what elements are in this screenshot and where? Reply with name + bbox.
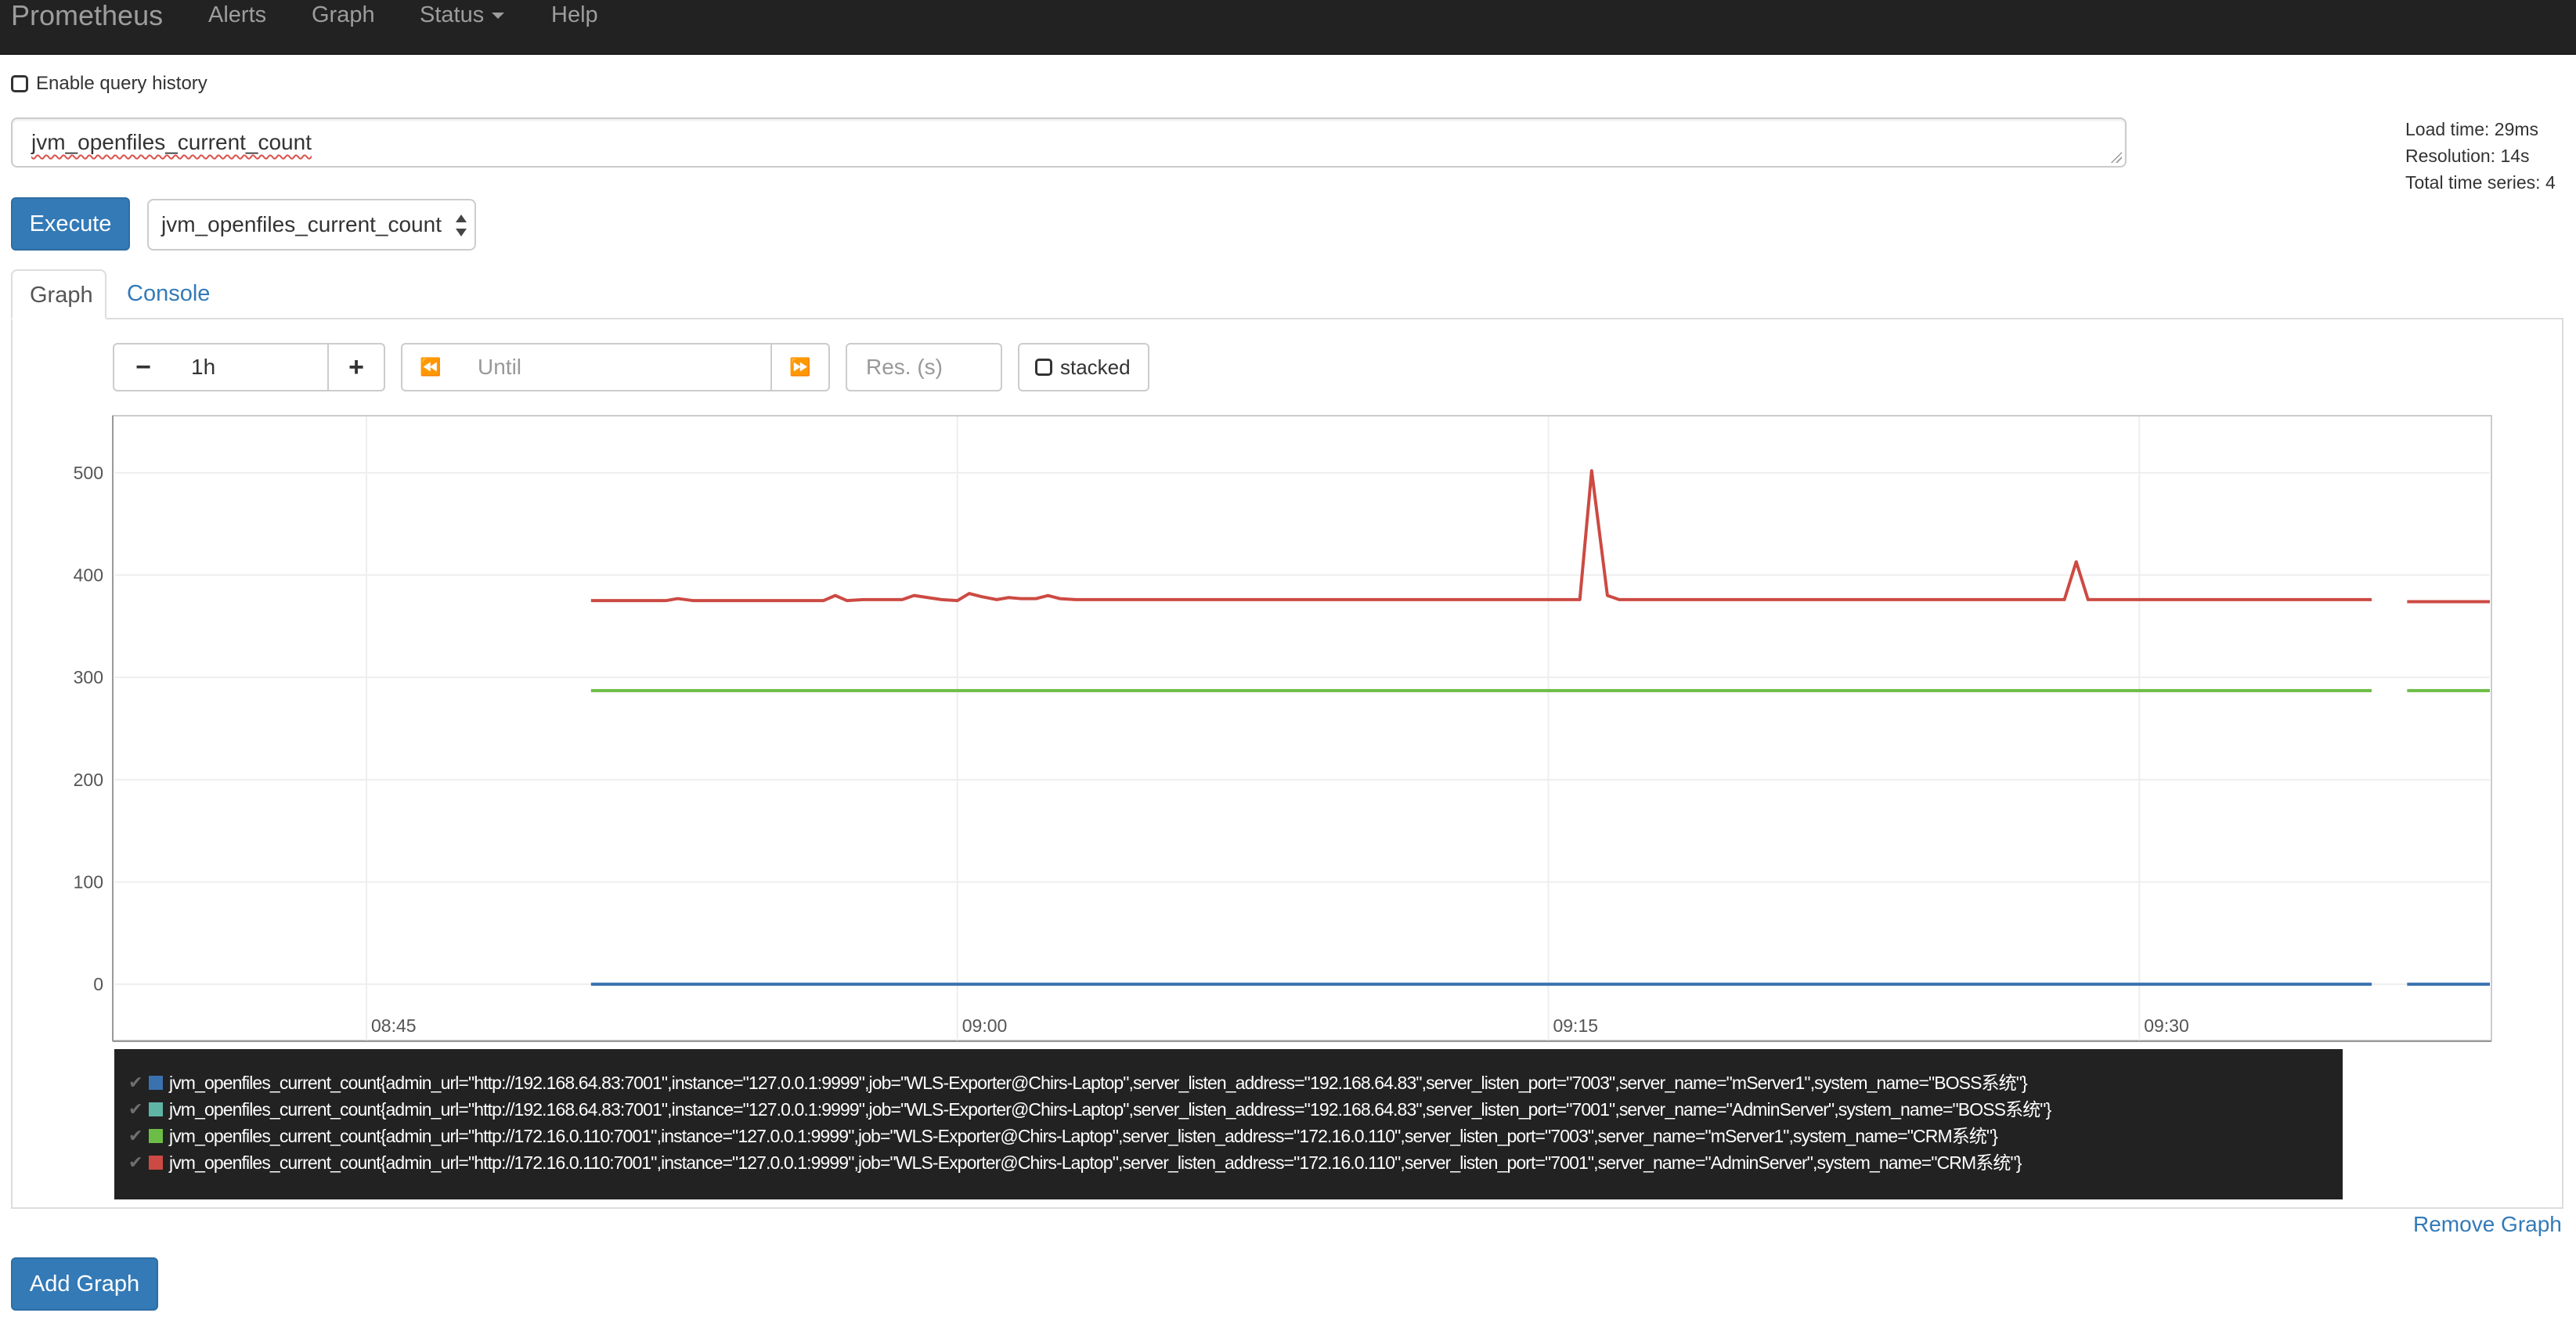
legend-label: jvm_openfiles_current_count{admin_url="h… <box>169 1073 2028 1093</box>
x-tick-label: 09:15 <box>1553 1015 1598 1036</box>
legend-label: jvm_openfiles_current_count{admin_url="h… <box>169 1099 2051 1120</box>
y-tick-label: 400 <box>74 565 103 586</box>
remove-graph-link[interactable]: Remove Graph <box>2413 1212 2562 1237</box>
plot-frame <box>112 415 2492 1041</box>
x-tick-labels: 08:45 09:00 09:15 09:30 <box>371 1015 2189 1036</box>
y-tick-label: 300 <box>74 667 103 687</box>
legend-swatch <box>149 1076 163 1090</box>
y-tick-label: 500 <box>74 463 103 483</box>
grid-lines <box>114 417 2490 1040</box>
legend-swatch <box>149 1156 163 1170</box>
series-line <box>590 469 2372 603</box>
x-tick-label: 09:30 <box>2144 1015 2189 1036</box>
legend-label: jvm_openfiles_current_count{admin_url="h… <box>169 1152 2022 1173</box>
legend-item[interactable]: ✔ jvm_openfiles_current_count{admin_url=… <box>128 1096 2343 1123</box>
legend-label: jvm_openfiles_current_count{admin_url="h… <box>169 1126 1998 1146</box>
graph-legend: ✔ jvm_openfiles_current_count{admin_url=… <box>114 1049 2343 1199</box>
check-icon: ✔ <box>128 1073 143 1092</box>
check-icon: ✔ <box>128 1126 143 1145</box>
y-tick-label: 200 <box>74 770 103 790</box>
series-lines <box>590 469 2490 986</box>
legend-item[interactable]: ✔ jvm_openfiles_current_count{admin_url=… <box>128 1123 2343 1149</box>
x-tick-label: 09:00 <box>962 1015 1008 1036</box>
y-tick-label: 100 <box>74 871 103 892</box>
add-graph-button[interactable]: Add Graph <box>11 1257 158 1311</box>
legend-item[interactable]: ✔ jvm_openfiles_current_count{admin_url=… <box>128 1069 2343 1096</box>
y-tick-label: 0 <box>93 974 103 994</box>
y-tick-labels: 500 400 300 200 100 0 <box>74 463 103 994</box>
legend-swatch <box>149 1129 163 1143</box>
graph-chart: 500 400 300 200 100 0 08:45 09:00 09:15 09:30 <box>74 415 2492 1042</box>
legend-item[interactable]: ✔ jvm_openfiles_current_count{admin_url=… <box>128 1149 2343 1176</box>
legend-swatch <box>149 1102 163 1116</box>
check-icon: ✔ <box>128 1152 143 1172</box>
check-icon: ✔ <box>128 1099 143 1119</box>
x-tick-label: 08:45 <box>371 1015 417 1036</box>
